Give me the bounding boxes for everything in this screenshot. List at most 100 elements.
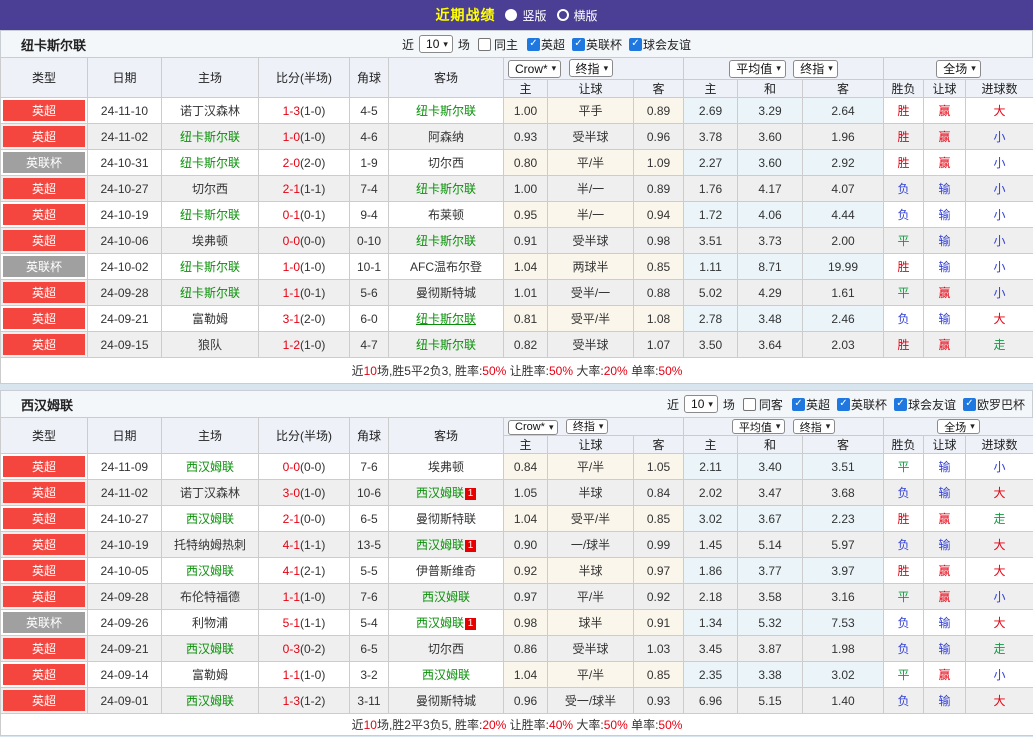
section-title-row: 西汉姆联 近 10 场 同客 英超 英联杯 球会友谊 欧罗巴杯 [0,390,1033,417]
home-team-link[interactable]: 切尔西 [192,182,228,196]
result-text: 输 [938,312,951,326]
away-odds-cell: 0.85 [632,253,685,280]
handicap-result-cell: 输 [923,453,967,480]
away-team-link[interactable]: 阿森纳 [428,130,464,144]
away-team-link[interactable]: 纽卡斯尔联 [416,312,476,326]
league-checkbox[interactable] [962,397,976,411]
away-team-link[interactable]: 切尔西 [428,642,464,656]
corner-cell: 3-11 [349,687,389,714]
average-state-select[interactable]: 终指 [793,59,838,78]
section-title-row: 纽卡斯尔联 近 10 场 同主 英超 英联杯 球会友谊 [0,30,1033,57]
away-team-link[interactable]: 纽卡斯尔联 [416,234,476,248]
date-cell: 24-09-28 [87,583,162,610]
radio-unselected-icon[interactable] [556,9,569,21]
home-team-link[interactable]: 富勒姆 [192,668,228,682]
subcol-odds-home: 主 [503,79,548,98]
result-text: 大 [993,616,1006,630]
bookmaker-select[interactable]: Crow* [508,59,562,78]
league-checkbox[interactable] [628,37,642,51]
home-team-link[interactable]: 诺丁汉森林 [180,104,240,118]
summary-part: 让胜率: [506,718,550,732]
home-team-link[interactable]: 纽卡斯尔联 [180,208,240,222]
score-cell: 2-1(1-1) [258,175,350,202]
scope-select[interactable]: 全场 [937,419,980,434]
subcol-avg-home: 主 [683,435,739,454]
league-checkbox[interactable] [791,397,805,411]
away-team-cell: 切尔西 [388,149,504,176]
subcol-handicap: 让球 [547,79,634,98]
away-team-link[interactable]: 伊普斯维奇 [416,564,476,578]
home-team-link[interactable]: 富勒姆 [192,312,228,326]
home-team-link[interactable]: 纽卡斯尔联 [180,156,240,170]
away-team-link[interactable]: 西汉姆联 [416,538,464,552]
radio-option-vertical[interactable]: 竖版 [505,7,547,24]
match-count-select[interactable]: 10 [419,35,453,53]
home-team-link[interactable]: 纽卡斯尔联 [180,260,240,274]
home-team-link[interactable]: 纽卡斯尔联 [180,286,240,300]
home-team-link[interactable]: 纽卡斯尔联 [180,130,240,144]
away-team-link[interactable]: 曼彻斯特城 [416,694,476,708]
away-team-link[interactable]: 曼彻斯特城 [416,286,476,300]
home-team-link[interactable]: 西汉姆联 [186,564,234,578]
away-team-link[interactable]: 西汉姆联 [422,668,470,682]
league-checkbox-label: 球会友谊 [907,397,956,412]
radio-option-horizontal[interactable]: 横版 [556,7,598,24]
away-team-link[interactable]: 纽卡斯尔联 [416,338,476,352]
result-text: 平 [897,286,910,300]
result-text: 胜 [897,130,910,144]
average-select[interactable]: 平均值 [729,59,786,78]
average-selects-cell: 平均值 终指 [683,57,885,80]
league-checkbox-label: 英超 [540,37,565,52]
avg-away-cell: 4.44 [802,201,885,228]
date-cell: 24-10-06 [87,227,162,254]
away-team-link[interactable]: 西汉姆联 [422,590,470,604]
match-count-select[interactable]: 10 [684,395,718,413]
odds-state-select[interactable]: 终指 [568,59,614,78]
league-checkbox[interactable] [893,397,907,411]
avg-draw-cell: 8.71 [737,253,804,280]
away-team-link[interactable]: 切尔西 [428,156,464,170]
league-checkbox[interactable] [836,397,850,411]
match-row: 英联杯 24-09-26 利物浦 5-1(1-1) 5-4 西汉姆联 1 0.98 球半 0.91… [0,609,1033,636]
goals-result-cell: 走 [965,635,1033,662]
away-team-link[interactable]: 曼彻斯特联 [416,512,476,526]
away-team-link[interactable]: AFC温布尔登 [410,260,482,274]
home-team-link[interactable]: 西汉姆联 [186,512,234,526]
home-team-link[interactable]: 西汉姆联 [186,694,234,708]
goals-result-cell: 小 [965,453,1033,480]
same-venue-checkbox[interactable] [742,397,756,411]
radio-selected-icon[interactable] [505,9,518,21]
home-odds-cell: 0.95 [503,201,548,228]
bookmaker-select[interactable]: Crow* [508,419,559,435]
home-team-link[interactable]: 狼队 [198,338,222,352]
home-team-cell: 纽卡斯尔联 [161,279,259,306]
away-team-link[interactable]: 西汉姆联 [416,616,464,630]
away-team-cell: 阿森纳 [388,123,504,150]
home-team-link[interactable]: 西汉姆联 [186,460,234,474]
league-badge: 英超 [3,638,85,659]
away-team-link[interactable]: 纽卡斯尔联 [416,104,476,118]
league-checkbox[interactable] [526,37,540,51]
away-team-link[interactable]: 纽卡斯尔联 [416,182,476,196]
average-state-select[interactable]: 终指 [792,419,836,434]
home-team-link[interactable]: 埃弗顿 [192,234,228,248]
home-team-link[interactable]: 布伦特福德 [180,590,240,604]
home-team-link[interactable]: 托特纳姆热刺 [174,538,246,552]
odds-state-select[interactable]: 终指 [565,418,609,434]
away-team-cell: 纽卡斯尔联 [388,331,504,358]
away-team-link[interactable]: 西汉姆联 [416,486,464,500]
league-checkbox[interactable] [571,37,585,51]
away-team-link[interactable]: 布莱顿 [428,208,464,222]
home-team-link[interactable]: 诺丁汉森林 [180,486,240,500]
scope-select[interactable]: 全场 [936,59,981,78]
home-team-link[interactable]: 西汉姆联 [186,642,234,656]
avg-draw-cell: 3.29 [737,97,804,124]
home-team-cell: 富勒姆 [161,305,259,332]
match-row: 英超 24-11-09 西汉姆联 0-0(0-0) 7-6 埃弗顿 0.84 平/半 1.05 2… [0,453,1033,480]
average-select[interactable]: 平均值 [731,419,786,434]
same-venue-checkbox[interactable] [477,37,491,51]
away-team-link[interactable]: 埃弗顿 [428,460,464,474]
score-cell: 2-0(2-0) [258,149,350,176]
date-cell: 24-09-21 [87,635,162,662]
home-team-link[interactable]: 利物浦 [192,616,228,630]
